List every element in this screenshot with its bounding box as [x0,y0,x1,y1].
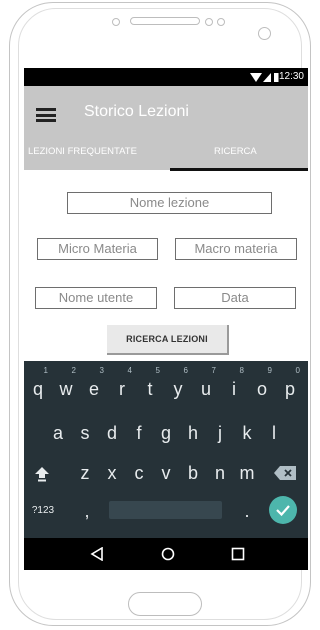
front-camera [258,27,271,40]
space-bar[interactable] [109,501,222,519]
key-k[interactable]: k [234,415,260,451]
battery-icon [274,73,279,82]
ricerca-lezioni-button[interactable]: RICERCA LEZIONI [107,325,229,355]
key-x[interactable]: x [99,455,125,491]
speaker-grille [130,17,200,25]
tab-lezioni-frequentate[interactable]: LEZIONI FREQUENTATE [28,146,137,157]
nome-utente-field[interactable]: Nome utente [35,287,157,309]
key-w[interactable]: w2 [53,366,79,407]
key-q[interactable]: q1 [25,366,51,407]
nome-lezione-field[interactable]: Nome lezione [67,192,272,214]
tab-ricerca[interactable]: RICERCA [214,146,257,157]
key-a[interactable]: a [45,415,71,451]
key-b[interactable]: b [180,455,206,491]
keyboard-row-4: ?123 , . [24,493,308,529]
back-triangle-icon[interactable] [90,547,104,561]
status-icons [250,73,279,82]
checkmark-icon[interactable] [269,496,297,524]
micro-materia-field[interactable]: Micro Materia [37,238,158,260]
hardware-home-button[interactable] [128,592,202,616]
macro-materia-field[interactable]: Macro materia [175,238,297,260]
wifi-icon [250,73,262,82]
signal-icon [263,73,271,82]
key-d[interactable]: d [99,415,125,451]
app-bar: Storico Lezioni LEZIONI FREQUENTATE RICE… [24,86,308,171]
key-f[interactable]: f [126,415,152,451]
sensor-dot [112,18,120,26]
status-time: 12:30 [278,71,304,82]
key-r[interactable]: r4 [109,366,135,407]
keyboard-row-1: q1 w2 e3 r4 t5 y6 u7 i8 o9 p0 [24,366,308,407]
key-e[interactable]: e3 [81,366,107,407]
key-i[interactable]: i8 [221,366,247,407]
key-y[interactable]: y6 [165,366,191,407]
soft-keyboard: q1 w2 e3 r4 t5 y6 u7 i8 o9 p0 a s d f g … [24,361,308,538]
key-h[interactable]: h [180,415,206,451]
key-j[interactable]: j [207,415,233,451]
keyboard-row-2: a s d f g h j k l [24,415,308,451]
navigation-bar [24,538,308,570]
backspace-icon[interactable] [270,455,300,491]
key-g[interactable]: g [153,415,179,451]
key-z[interactable]: z [72,455,98,491]
key-n[interactable]: n [207,455,233,491]
screen: 12:30 Storico Lezioni LEZIONI FREQUENTAT… [24,68,308,570]
tab-active-indicator [170,168,308,171]
recents-square-icon[interactable] [231,547,245,561]
sensor-dot [205,18,213,26]
key-s[interactable]: s [72,415,98,451]
key-c[interactable]: c [126,455,152,491]
data-field[interactable]: Data [174,287,296,309]
key-u[interactable]: u7 [193,366,219,407]
status-bar: 12:30 [24,68,308,86]
keyboard-row-3: z x c v b n m [24,455,308,491]
hamburger-menu-icon[interactable] [36,108,56,122]
home-circle-icon[interactable] [161,547,175,561]
key-v[interactable]: v [153,455,179,491]
key-l[interactable]: l [261,415,287,451]
sensor-dot [217,18,225,26]
shift-icon[interactable] [29,455,55,491]
comma-key[interactable]: , [74,493,100,529]
key-t[interactable]: t5 [137,366,163,407]
page-title: Storico Lezioni [84,103,189,120]
period-key[interactable]: . [234,493,260,529]
key-o[interactable]: o9 [249,366,275,407]
symbols-key[interactable]: ?123 [26,493,60,529]
key-m[interactable]: m [234,455,260,491]
key-p[interactable]: p0 [277,366,303,407]
